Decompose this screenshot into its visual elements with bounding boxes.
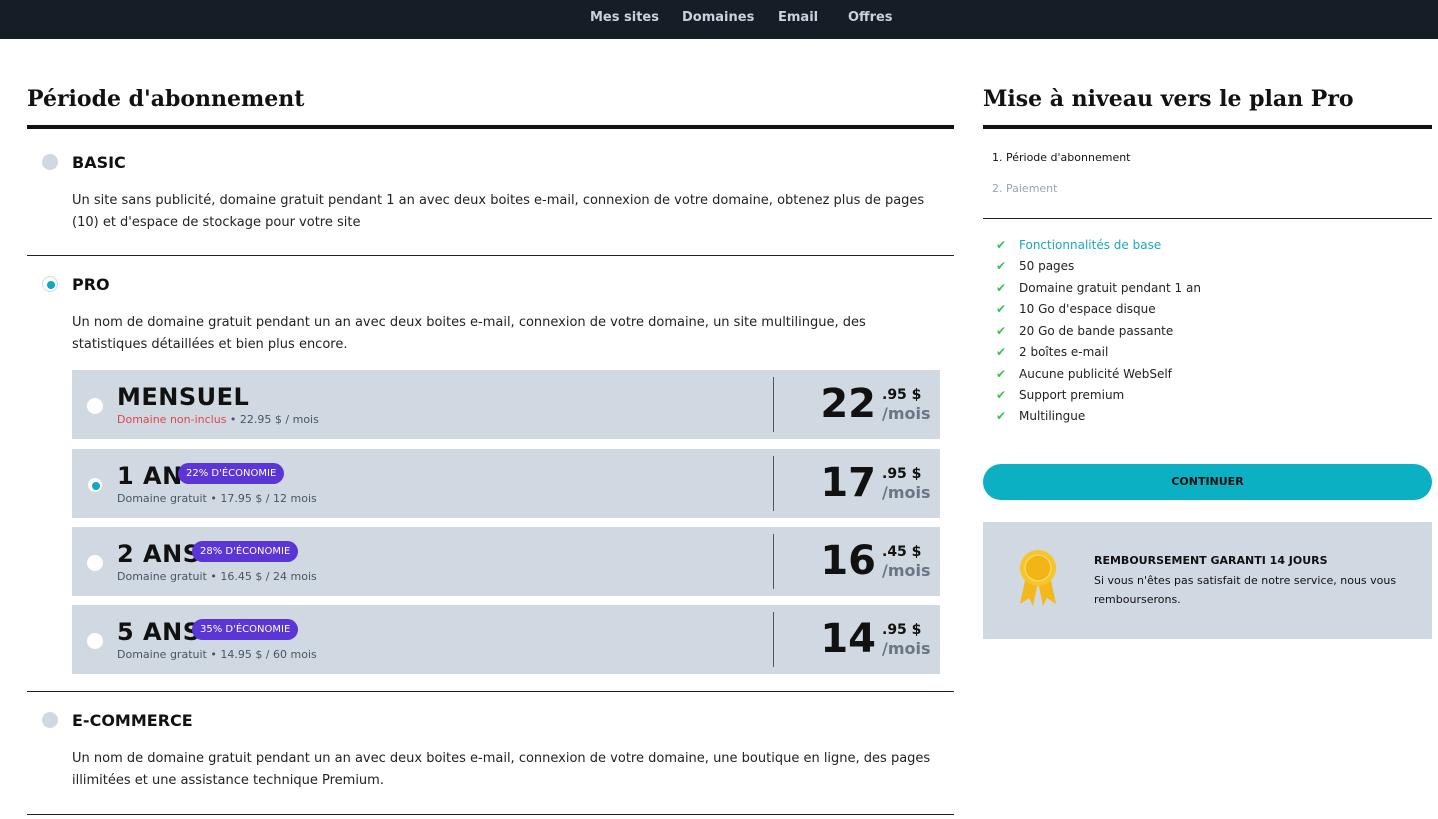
nav-domaines[interactable]: Domaines (682, 10, 754, 25)
feature-label: Aucune publicité WebSelf (1019, 367, 1172, 381)
guarantee-title: REMBOURSEMENT GARANTI 14 JOURS (1094, 554, 1328, 567)
period-name: MENSUEL (117, 383, 250, 411)
price-decimal: .95 $ (882, 387, 922, 403)
feature-label: Support premium (1019, 388, 1125, 402)
price-unit: /mois (882, 639, 931, 658)
check-icon: ✔ (996, 345, 1007, 359)
domain-not-included: Domaine non-inclus (117, 413, 227, 426)
price-decimal: .95 $ (882, 466, 922, 482)
step-subscription-period: 1. Période d'abonnement (992, 151, 1131, 164)
period-subtitle: Domaine gratuit • 17.95 $ / 12 mois (117, 492, 317, 505)
nav-mes-sites[interactable]: Mes sites (590, 10, 659, 25)
continue-button[interactable]: CONTINUER (983, 464, 1432, 500)
period-subtitle-text: • 22.95 $ / mois (226, 413, 319, 426)
check-icon: ✔ (996, 238, 1007, 252)
price-divider (773, 534, 774, 589)
guarantee-text: Si vous n'êtes pas satisfait de notre se… (1094, 574, 1397, 606)
period-5-ans-radio[interactable] (87, 633, 103, 649)
step-payment: 2. Paiement (992, 182, 1058, 195)
period-subtitle: Domaine gratuit • 16.45 $ / 24 mois (117, 570, 317, 583)
savings-badge: 35% D'ÉCONOMIE (192, 619, 299, 640)
price-integer: 22 (820, 381, 876, 427)
check-icon: ✔ (996, 324, 1007, 338)
check-icon: ✔ (996, 259, 1007, 273)
period-mensuel[interactable]: MENSUEL Domaine non-inclus • 22.95 $ / m… (72, 370, 940, 439)
period-name: 2 ANS (117, 540, 201, 568)
period-mensuel-radio[interactable] (87, 398, 103, 414)
price-divider (773, 456, 774, 511)
plan-pro-radio[interactable] (42, 276, 58, 292)
plan-pro-description: Un nom de domaine gratuit pendant un an … (72, 315, 866, 352)
top-nav: Mes sites Domaines Email Offres (0, 0, 1438, 39)
period-subtitle: Domaine gratuit • 14.95 $ / 60 mois (117, 648, 317, 661)
price-unit: /mois (882, 561, 931, 580)
guarantee-box: REMBOURSEMENT GARANTI 14 JOURS Si vous n… (983, 522, 1432, 639)
price-integer: 17 (820, 460, 876, 506)
plan-ecommerce-name: E-COMMERCE (72, 711, 193, 730)
period-name: 5 ANS (117, 618, 201, 646)
plan-basic-description: Un site sans publicité, domaine gratuit … (72, 193, 925, 230)
award-ribbon-icon (1020, 550, 1056, 606)
upgrade-title-divider (983, 125, 1432, 129)
price-divider (773, 377, 774, 432)
period-1-an-radio[interactable] (87, 477, 103, 493)
period-5-ans[interactable]: 5 ANS 35% D'ÉCONOMIE Domaine gratuit • 1… (72, 605, 940, 674)
check-icon: ✔ (996, 367, 1007, 381)
savings-badge: 22% D'ÉCONOMIE (178, 463, 285, 484)
period-subtitle: Domaine non-inclus • 22.95 $ / mois (117, 413, 319, 426)
nav-offres[interactable]: Offres (848, 10, 893, 25)
page-title: Période d'abonnement (27, 86, 305, 112)
nav-email[interactable]: Email (778, 10, 818, 25)
feature-label: Domaine gratuit pendant 1 an (1019, 281, 1201, 295)
plan-pro-name: PRO (72, 275, 110, 294)
feature-label: Multilingue (1019, 409, 1086, 423)
feature-label: 2 boîtes e-mail (1019, 345, 1109, 359)
plan-ecommerce-radio[interactable] (42, 712, 58, 728)
feature-label: 10 Go d'espace disque (1019, 302, 1156, 316)
price-unit: /mois (882, 404, 931, 423)
savings-badge: 28% D'ÉCONOMIE (192, 541, 299, 562)
price-divider (773, 612, 774, 667)
plan-divider (27, 814, 954, 815)
check-icon: ✔ (996, 281, 1007, 295)
plan-divider (27, 691, 954, 692)
period-2-ans-radio[interactable] (87, 555, 103, 571)
price-integer: 16 (820, 538, 876, 584)
price-decimal: .45 $ (882, 544, 922, 560)
feature-label: Fonctionnalités de base (1019, 238, 1162, 252)
check-icon: ✔ (996, 409, 1007, 423)
upgrade-title: Mise à niveau vers le plan Pro (983, 86, 1354, 112)
price-integer: 14 (820, 616, 876, 662)
steps-divider (983, 218, 1432, 219)
plan-basic-radio[interactable] (42, 154, 58, 170)
check-icon: ✔ (996, 302, 1007, 316)
feature-label: 50 pages (1019, 259, 1075, 273)
period-2-ans[interactable]: 2 ANS 28% D'ÉCONOMIE Domaine gratuit • 1… (72, 527, 940, 596)
title-divider (27, 125, 954, 129)
plan-basic-name: BASIC (72, 153, 126, 172)
price-decimal: .95 $ (882, 622, 922, 638)
feature-label: 20 Go de bande passante (1019, 324, 1174, 338)
check-icon: ✔ (996, 388, 1007, 402)
plan-ecommerce-description: Un nom de domaine gratuit pendant un an … (72, 751, 931, 788)
period-1-an[interactable]: 1 AN 22% D'ÉCONOMIE Domaine gratuit • 17… (72, 449, 940, 518)
period-name: 1 AN (117, 462, 183, 490)
plan-divider (27, 255, 954, 256)
price-unit: /mois (882, 483, 931, 502)
